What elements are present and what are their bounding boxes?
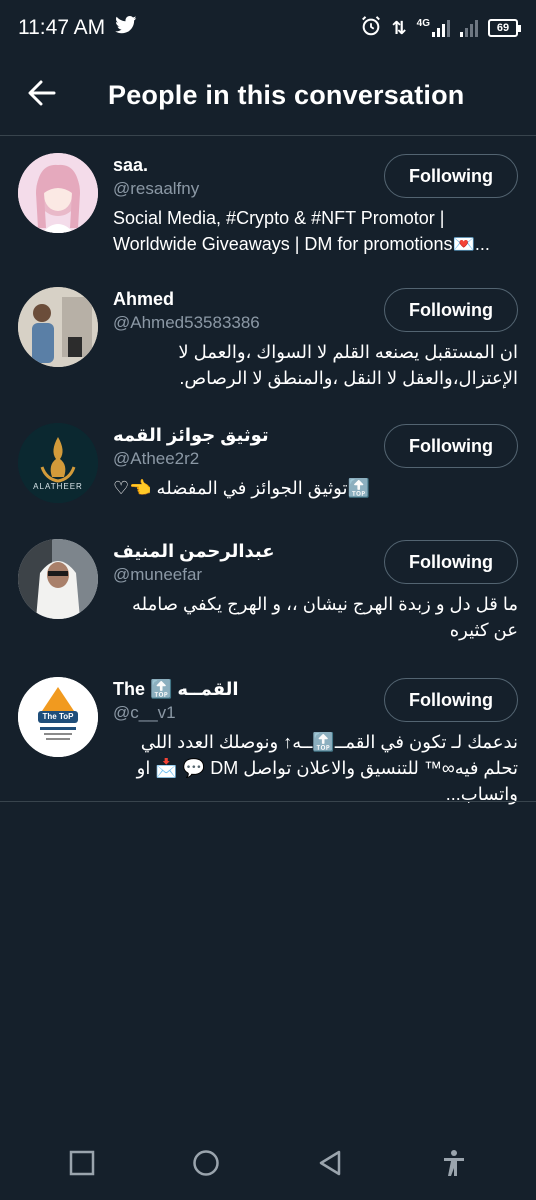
avatar[interactable]: ALATHEER	[18, 423, 98, 503]
status-right: ⇅ 4G 69	[360, 15, 521, 42]
home-button[interactable]	[186, 1145, 226, 1185]
recent-apps-button[interactable]	[62, 1145, 102, 1185]
back-button[interactable]	[0, 56, 84, 136]
avatar-label: ALATHEER	[33, 482, 83, 491]
avatar[interactable]	[18, 287, 98, 367]
following-button[interactable]: Following	[384, 678, 518, 722]
following-button[interactable]: Following	[384, 540, 518, 584]
avatar[interactable]: The ToP	[18, 677, 98, 757]
avatar-label: The ToP	[42, 712, 74, 721]
network-label: 4G	[416, 17, 430, 29]
person-bio: 🔝توثيق الجوائز في المفضله 👈♡	[113, 478, 370, 498]
battery-icon: 69	[488, 19, 521, 37]
person-bio: ما قل دل و زبدة الهرج نيشان ،، و الهرج ي…	[132, 594, 518, 640]
person-bio: Social Media, #Crypto & #NFT Promotor | …	[113, 208, 490, 254]
person-row[interactable]: The ToP The 🔝 القمــه @c__v1 ندعمك لـ تك…	[0, 661, 536, 804]
list-divider	[0, 801, 536, 802]
signal-icon	[432, 19, 450, 37]
page-title: People in this conversation	[108, 80, 465, 110]
back-icon	[317, 1149, 343, 1182]
following-button[interactable]: Following	[384, 424, 518, 468]
accessibility-button[interactable]	[434, 1145, 474, 1185]
accessibility-icon	[441, 1149, 467, 1182]
twitter-icon	[115, 16, 137, 40]
person-bio: ان المستقبل يصنعه القلم لا السواك ،والعم…	[178, 342, 518, 388]
person-row[interactable]: ALATHEER توثيق جوائز القمه @Athee2r2 🔝تو…	[0, 407, 536, 523]
following-button[interactable]: Following	[384, 154, 518, 198]
person-row[interactable]: عبدالرحمن المنيف @muneefar ما قل دل و زب…	[0, 523, 536, 661]
people-list: saa. @resaalfny Social Media, #Crypto & …	[0, 137, 536, 804]
avatar[interactable]	[18, 539, 98, 619]
avatar[interactable]	[18, 153, 98, 233]
status-time: 11:47 AM	[18, 16, 106, 39]
header: People in this conversation	[0, 56, 536, 136]
status-bar: 11:47 AM ⇅ 4G 69	[0, 0, 536, 56]
person-row[interactable]: saa. @resaalfny Social Media, #Crypto & …	[0, 137, 536, 271]
person-row[interactable]: Ahmed @Ahmed53583386 ان المستقبل يصنعه ا…	[0, 271, 536, 407]
home-icon	[192, 1149, 220, 1182]
nav-bar	[0, 1130, 536, 1200]
person-bio: ندعمك لـ تكون في القمــ🔝ــه↑ ونوصلك العد…	[136, 732, 518, 804]
alarm-icon	[360, 15, 382, 42]
signal-icon-2	[460, 19, 478, 37]
status-left: 11:47 AM	[18, 16, 137, 40]
nav-back-button[interactable]	[310, 1145, 350, 1185]
arrow-left-icon	[28, 80, 56, 111]
recent-apps-icon	[69, 1150, 95, 1181]
following-button[interactable]: Following	[384, 288, 518, 332]
data-arrows-icon: ⇅	[391, 17, 407, 38]
